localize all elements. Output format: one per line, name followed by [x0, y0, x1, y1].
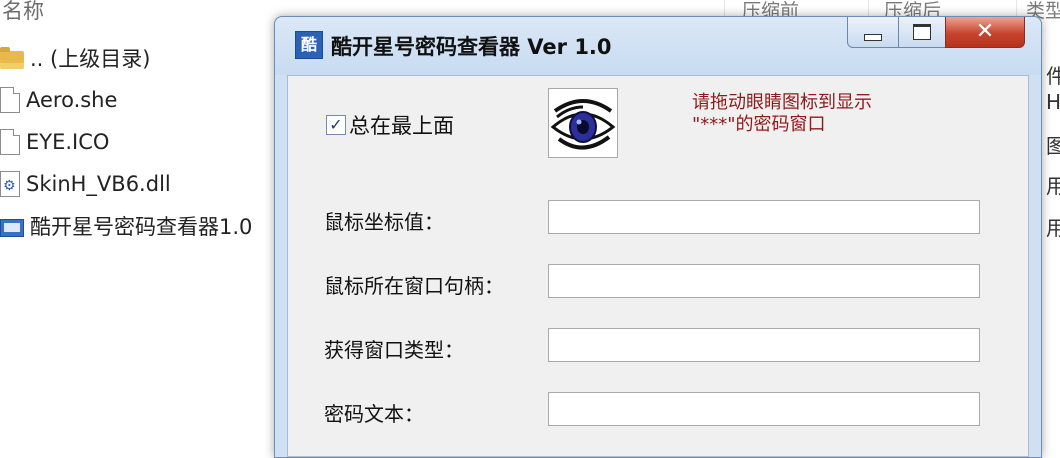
type-column-fragment: H [1046, 90, 1060, 114]
drag-instruction-text: 请拖动眼睛图标到显示 "***"的密码窗口 [692, 92, 872, 135]
window-class-field[interactable] [548, 328, 980, 362]
file-icon [0, 87, 20, 113]
mouse-coordinates-label: 鼠标坐标值： [324, 210, 444, 234]
file-name: EYE.ICO [26, 130, 110, 154]
exe-file-icon [0, 219, 24, 237]
window-handle-label: 鼠标所在窗口句柄： [324, 274, 504, 298]
file-name: SkinH_VB6.dll [26, 172, 171, 196]
window-titlebar[interactable]: 酷 酷开星号密码查看器 Ver 1.0 ✕ [275, 17, 1041, 75]
close-button[interactable]: ✕ [945, 17, 1025, 48]
dll-file-icon: ⚙ [0, 171, 20, 197]
password-text-label: 密码文本： [324, 402, 424, 426]
type-column-fragment: 件 [1046, 64, 1060, 88]
mouse-coordinates-field[interactable] [548, 200, 980, 234]
window-title: 酷开星号密码查看器 Ver 1.0 [331, 35, 612, 59]
file-row-app-exe[interactable]: 酷开星号密码查看器1.0 [0, 206, 290, 246]
folder-icon [0, 47, 24, 69]
file-row-aero-she[interactable]: Aero.she [0, 80, 290, 120]
password-text-field[interactable] [548, 392, 980, 426]
type-column-fragment: 用 [1046, 216, 1060, 240]
file-row-skinh-dll[interactable]: ⚙ SkinH_VB6.dll [0, 164, 290, 204]
column-header-name[interactable]: 名称 [0, 0, 44, 28]
file-name: .. (上级目录) [30, 47, 151, 71]
window-client-area: ✓ 总在最上面 请拖动眼睛图标到显示 "***"的密码窗口 鼠标坐标值： 鼠标所… [287, 75, 1029, 457]
minimize-icon [864, 33, 882, 41]
minimize-button[interactable] [847, 17, 899, 48]
close-icon: ✕ [975, 19, 995, 44]
file-icon [0, 129, 20, 155]
eye-drag-handle[interactable] [548, 88, 618, 158]
maximize-button[interactable] [898, 17, 946, 48]
file-row-parent-dir[interactable]: .. (上级目录) [0, 38, 290, 78]
window-class-label: 获得窗口类型： [324, 338, 464, 362]
checkbox-checked-icon[interactable]: ✓ [326, 115, 346, 135]
file-row-eye-ico[interactable]: EYE.ICO [0, 122, 290, 162]
always-on-top-label: 总在最上面 [349, 114, 454, 138]
always-on-top-checkbox[interactable]: ✓ 总在最上面 [326, 110, 454, 140]
maximize-icon [913, 24, 931, 40]
eye-icon [550, 99, 616, 150]
window-handle-field[interactable] [548, 264, 980, 298]
type-column-fragment: 用 [1046, 174, 1060, 198]
app-icon[interactable]: 酷 [295, 31, 323, 59]
type-column-fragment: 图 [1046, 134, 1060, 158]
password-viewer-window: 酷 酷开星号密码查看器 Ver 1.0 ✕ ✓ 总在最上面 请拖动眼睛图标到显示… [274, 16, 1042, 458]
file-name: 酷开星号密码查看器1.0 [30, 215, 253, 239]
file-name: Aero.she [26, 88, 118, 112]
